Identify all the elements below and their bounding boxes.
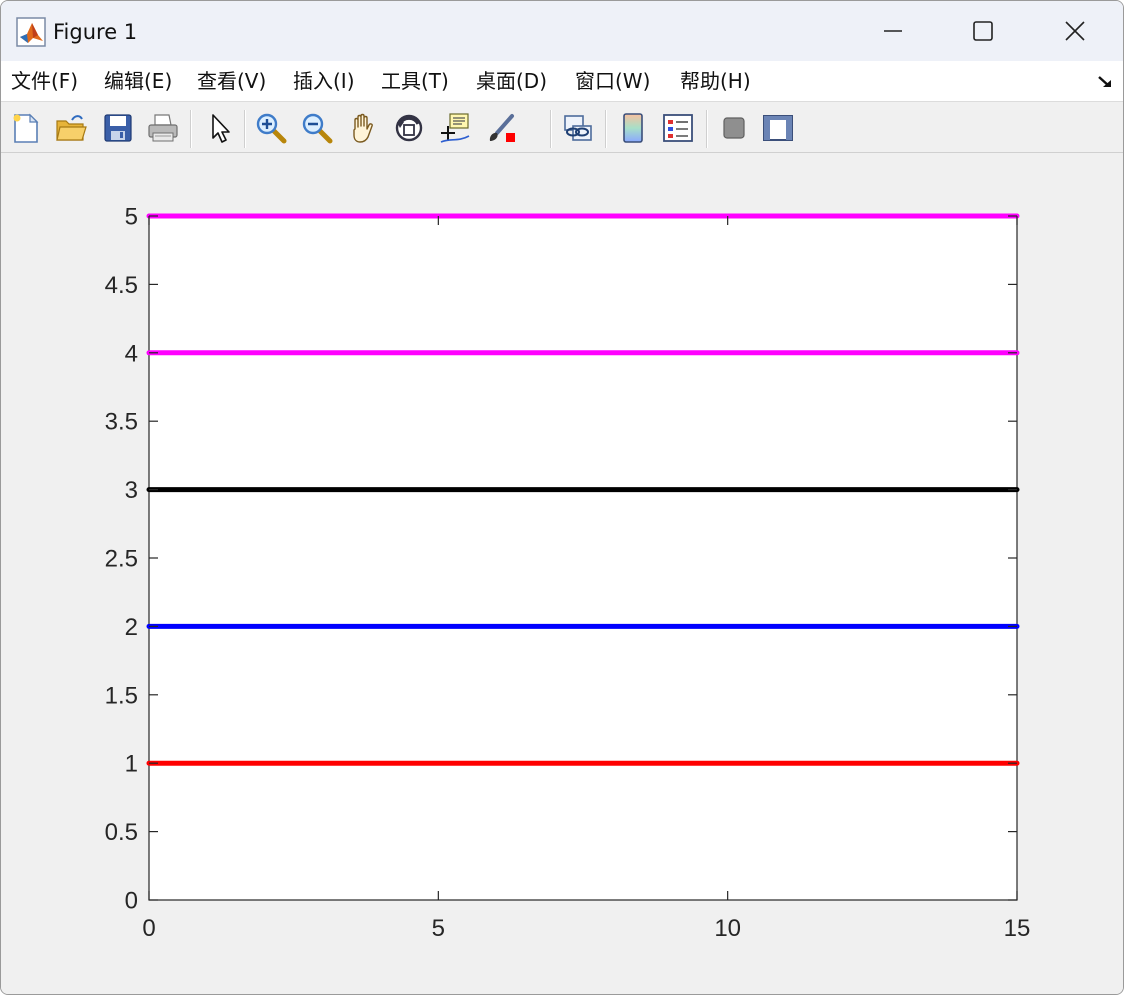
new-figure-icon[interactable] — [9, 111, 43, 145]
zoom-out-icon[interactable] — [300, 111, 334, 145]
rotate-3d-icon[interactable] — [392, 111, 426, 145]
brush-icon[interactable] — [485, 111, 519, 145]
menu-desktop[interactable]: 桌面(D) — [476, 67, 547, 95]
hide-plot-tools-icon[interactable] — [717, 111, 751, 145]
close-icon — [1065, 21, 1085, 41]
menu-tools[interactable]: 工具(T) — [381, 67, 449, 95]
y-tick-label: 0.5 — [105, 819, 138, 846]
menu-file[interactable]: 文件(F) — [11, 67, 78, 95]
toolbar-separator — [605, 110, 607, 148]
y-tick-label: 0 — [125, 888, 138, 915]
data-cursor-icon[interactable] — [438, 111, 472, 145]
matlab-logo-icon[interactable] — [16, 17, 46, 47]
maximize-button[interactable] — [937, 1, 1029, 61]
y-tick-label: 3.5 — [105, 409, 138, 436]
menu-help[interactable]: 帮助(H) — [680, 67, 751, 95]
colorbar-icon[interactable] — [616, 111, 650, 145]
y-tick-label: 5 — [125, 204, 138, 231]
close-button[interactable] — [1029, 1, 1121, 61]
minimize-button[interactable] — [847, 1, 939, 61]
toolbar-separator — [244, 110, 246, 148]
menu-window[interactable]: 窗口(W) — [575, 67, 650, 95]
figure-canvas[interactable]: 0 5 10 15 0 0.5 1 1.5 2 2.5 3 3.5 4 4.5 5 — [1, 153, 1123, 994]
minimize-icon — [884, 30, 902, 32]
x-tick-label: 15 — [1004, 915, 1031, 942]
link-plot-icon[interactable] — [561, 111, 595, 145]
print-icon[interactable] — [146, 111, 180, 145]
figure-window: Figure 1 文件(F) 编辑(E) 查看(V) 插入(I) 工具(T) 桌… — [0, 0, 1124, 995]
menu-view[interactable]: 查看(V) — [197, 67, 266, 95]
save-icon[interactable] — [101, 111, 135, 145]
menu-edit[interactable]: 编辑(E) — [104, 67, 172, 95]
edit-plot-arrow-icon[interactable] — [204, 111, 238, 145]
x-tick-label: 5 — [432, 915, 445, 942]
x-tick-label: 0 — [142, 915, 155, 942]
y-tick-label: 3 — [125, 477, 138, 504]
y-tick-label: 2.5 — [105, 546, 138, 573]
show-plot-tools-icon[interactable] — [761, 111, 795, 145]
open-file-icon[interactable] — [54, 111, 88, 145]
menu-insert[interactable]: 插入(I) — [293, 67, 355, 95]
window-title: Figure 1 — [53, 20, 138, 44]
toolbar-separator — [190, 110, 192, 148]
toolbar — [1, 101, 1123, 229]
legend-icon[interactable] — [661, 111, 695, 145]
toolbar-separator — [550, 110, 552, 148]
zoom-in-icon[interactable] — [254, 111, 288, 145]
x-tick-label: 10 — [714, 915, 741, 942]
y-tick-label: 4 — [125, 340, 138, 367]
dock-arrow-icon[interactable] — [1097, 75, 1113, 89]
y-tick-label: 2 — [125, 614, 138, 641]
title-bar: Figure 1 — [1, 1, 1123, 61]
pan-hand-icon[interactable] — [346, 111, 380, 145]
maximize-icon — [973, 21, 993, 41]
plot-axes-box[interactable] — [148, 215, 1018, 901]
y-tick-label: 1 — [125, 751, 138, 778]
menu-bar: 文件(F) 编辑(E) 查看(V) 插入(I) 工具(T) 桌面(D) 窗口(W… — [1, 61, 1123, 101]
y-tick-label: 4.5 — [105, 272, 138, 299]
line-chart[interactable]: 0 5 10 15 0 0.5 1 1.5 2 2.5 3 3.5 4 4.5 5 — [1, 153, 1123, 993]
y-tick-label: 1.5 — [105, 682, 138, 709]
toolbar-separator — [706, 110, 708, 148]
